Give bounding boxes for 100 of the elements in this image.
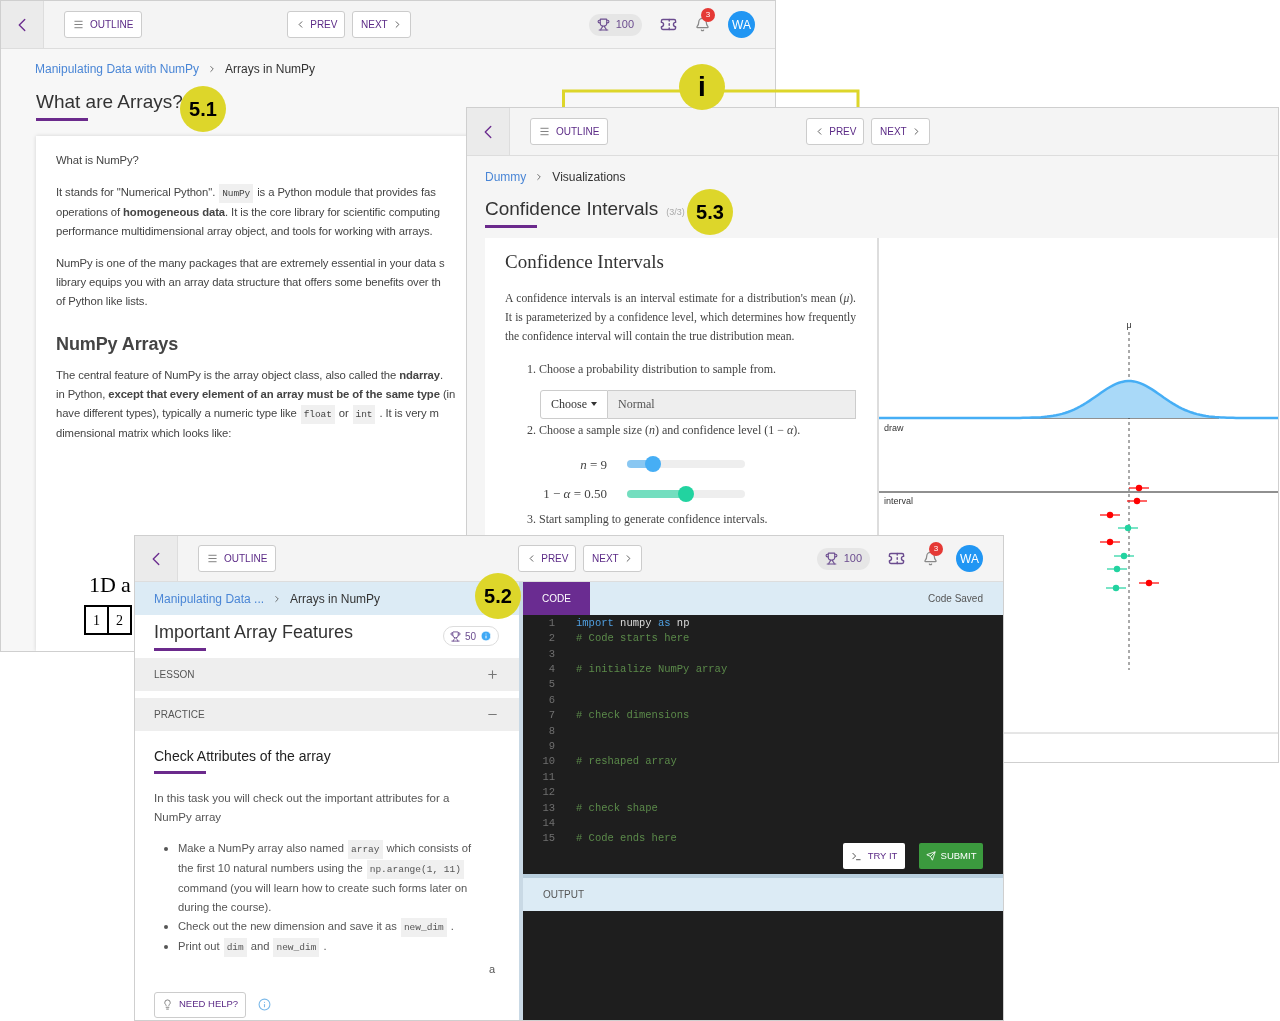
slider[interactable] (627, 485, 745, 502)
line-number: 8 (547, 723, 555, 739)
send-icon (925, 851, 936, 861)
bullet-icon (164, 945, 168, 949)
line-number: 3 (547, 646, 555, 662)
code-line: # Code ends here (576, 831, 677, 847)
code-editor[interactable]: 1 import numpy as np 2 # Code starts here 3 4 # initialize NumPy array 5 6 7 # check dimensions 8 9 10 # reshaped array 11 12 13 # check shape 14 15 # Code ends here TRY IT SUBMIT (523, 615, 1003, 874)
outline-button[interactable]: OUTLINE (530, 118, 609, 145)
breadcrumb-link[interactable]: Dummy (485, 168, 527, 186)
line-number: 1 (547, 615, 555, 631)
code-tab[interactable]: CODE (523, 582, 590, 615)
page-title: Important Array Features (154, 621, 354, 643)
notification-count: 3 (929, 542, 943, 556)
text-line: . (450, 919, 454, 934)
breadcrumb-current: Arrays in NumPy (290, 590, 381, 608)
trophy-icon (824, 552, 838, 565)
inline-code: NumPy (219, 184, 254, 203)
figure-caption: 1D a (89, 571, 131, 599)
paragraph: In this task you will check out the important attributes for a NumPy array (154, 791, 451, 825)
notification-bell-icon[interactable] (923, 551, 938, 566)
info-icon (480, 630, 492, 642)
menu-icon (207, 553, 218, 564)
text-line: which consists of (386, 841, 472, 856)
progress-count: (3/3) (666, 206, 685, 219)
bullet-icon (164, 925, 168, 929)
breadcrumb-link[interactable]: Manipulating Data with NumPy (35, 60, 200, 78)
stray-text: a (488, 962, 495, 977)
text-line: Check out the new dimension and save it as (178, 919, 397, 934)
bullet-icon (164, 847, 168, 851)
points-pill[interactable]: 100 (816, 547, 870, 570)
need-help-button[interactable]: NEED HELP? (154, 991, 247, 1018)
line-number: 9 (547, 738, 555, 754)
line-number: 6 (547, 692, 555, 708)
inline-code: int (352, 405, 376, 424)
text-line: have different types), typically a numeric type like (56, 406, 297, 421)
save-status: Code Saved (927, 592, 983, 606)
inline-code: dim (223, 938, 247, 957)
line-number: 4 (547, 662, 555, 677)
outline-button[interactable]: OUTLINE (64, 11, 143, 38)
notification-bell-icon[interactable] (695, 17, 710, 32)
ticket-icon[interactable] (888, 550, 905, 567)
inline-code: float (300, 405, 335, 424)
text-line: in Python, except that every element of an array must be of the same type (in (56, 387, 456, 402)
try-it-button[interactable]: TRY IT (843, 843, 905, 869)
menu-icon (73, 19, 84, 30)
mean-label: μ (1126, 320, 1132, 330)
submit-button[interactable]: SUBMIT (919, 843, 983, 869)
text-line: command (you will learn how to create such forms later on (178, 881, 468, 896)
info-icon[interactable] (258, 998, 272, 1011)
lightbulb-icon (162, 999, 173, 1010)
trophy-icon (449, 630, 461, 642)
line-number: 10 (541, 754, 555, 770)
code-line: import numpy as np (576, 615, 690, 631)
text-line: It stands for "Numerical Python". (56, 185, 216, 200)
slider-label: n = 9 (579, 455, 608, 474)
inline-code: np.arange(1, 11) (366, 860, 464, 879)
axis-label: interval (884, 496, 913, 506)
text-line: and (250, 939, 270, 954)
text-line: . (323, 939, 327, 954)
slider[interactable] (627, 456, 745, 473)
outline-button[interactable]: OUTLINE (198, 545, 277, 572)
text-line: Print out (178, 939, 220, 954)
task-title: Check Attributes of the array (154, 747, 331, 766)
code-line: # Code starts here (576, 631, 690, 647)
section-title: NumPy Arrays (56, 335, 179, 354)
page-title: Confidence Intervals (485, 197, 659, 221)
menu-icon (539, 126, 550, 137)
notification-count: 3 (701, 8, 715, 22)
slider-thumb[interactable] (644, 456, 661, 473)
distribution-dropdown[interactable]: Choose (540, 389, 608, 419)
slider-thumb[interactable] (678, 485, 694, 502)
next-button[interactable]: NEXT (871, 118, 931, 145)
line-number: 2 (547, 631, 555, 647)
accordion-header[interactable]: LESSON (135, 658, 519, 691)
text-line: of Python like lists. (56, 294, 148, 309)
text-line: operations of homogeneous data. It is the core library for scientific computing (56, 205, 440, 220)
trophy-icon (596, 18, 610, 31)
distribution-field[interactable]: Normal (608, 389, 856, 419)
ticket-icon[interactable] (660, 16, 677, 33)
line-number: 12 (541, 785, 555, 801)
text-line: during the course). (178, 900, 272, 915)
accordion-header[interactable]: PRACTICE (135, 698, 519, 731)
text-line: . It is very m (379, 406, 439, 421)
points-pill[interactable]: 100 (588, 13, 642, 36)
slider-label: 1 − α = 0.50 (542, 485, 608, 503)
terminal-icon (850, 850, 862, 862)
text-line: The central feature of NumPy is the array object class, also called the ndarray. (56, 368, 443, 383)
paragraph: A confidence intervals is an interval estimate for a distribution's mean (μ). It is parameterized by a confidence level, which determines how frequently the confidence interval will contain the true distribution mean. (505, 290, 856, 345)
next-button[interactable]: NEXT (583, 545, 643, 572)
line-number: 15 (541, 831, 555, 847)
text-line: is a Python module that provides fas (257, 185, 436, 200)
array-cell: 2 (107, 605, 132, 635)
text-line: or (338, 406, 349, 421)
axis-label: draw (884, 423, 904, 433)
array-cell: 1 (84, 605, 109, 635)
next-button[interactable]: NEXT (352, 11, 412, 38)
prev-button[interactable]: PREV (806, 118, 865, 145)
prev-button[interactable]: PREV (287, 11, 346, 38)
line-number: 7 (547, 708, 555, 724)
prev-button[interactable]: PREV (518, 545, 577, 572)
